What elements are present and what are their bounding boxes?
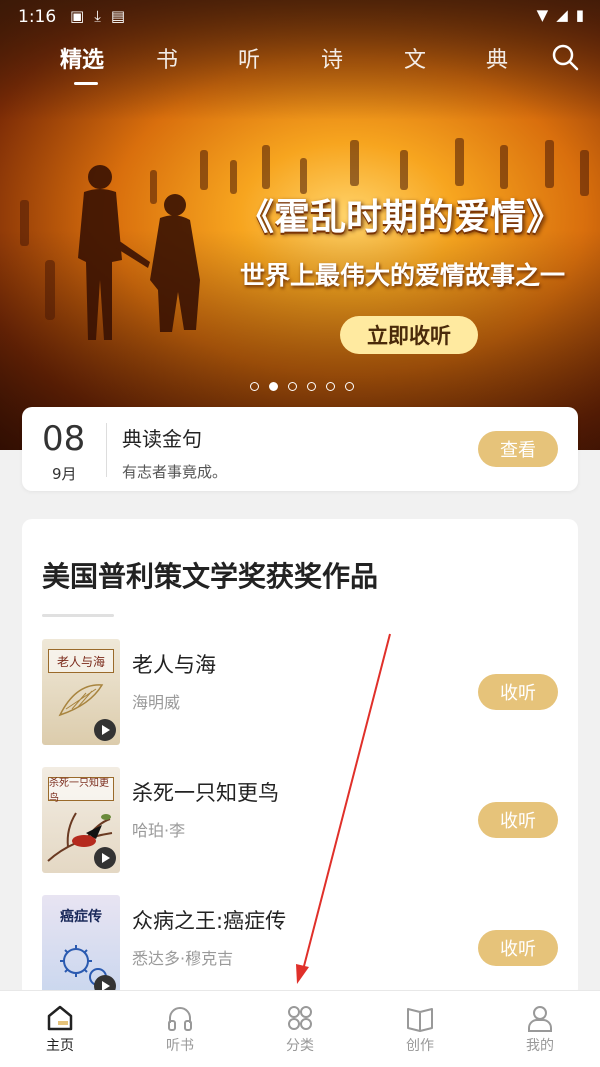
open-book-icon <box>407 1008 433 1032</box>
headphones-icon <box>168 1007 192 1031</box>
banner-subtitle: 世界上最伟大的爱情故事之一 <box>240 261 566 290</box>
wifi-icon: ▼ <box>536 6 549 24</box>
search-icon[interactable] <box>550 42 580 72</box>
carousel-dot[interactable] <box>326 382 335 391</box>
listen-now-button[interactable]: 立即收听 <box>340 316 478 354</box>
download-icon: ⤓ <box>94 7 101 25</box>
status-system-icons: ▼ ◢ ▮ <box>537 6 584 24</box>
app-notification-icon: ▤ <box>110 7 126 25</box>
nav-categories[interactable]: 分类 <box>260 999 340 1061</box>
listen-button[interactable]: 收听 <box>478 930 558 966</box>
daily-quote-text: 有志者事竟成。 <box>122 463 228 481</box>
listen-button[interactable]: 收听 <box>478 802 558 838</box>
tab-featured[interactable]: 精选 <box>60 42 104 85</box>
carousel-indicator[interactable] <box>250 382 354 391</box>
book-cover: 杀死一只知更鸟 <box>42 767 120 873</box>
category-grid-icon <box>288 1006 312 1030</box>
nav-audiobooks[interactable]: 听书 <box>140 999 220 1061</box>
tab-poetry[interactable]: 诗 <box>321 42 343 74</box>
nav-home[interactable]: 主页 <box>20 999 100 1061</box>
divider <box>106 423 107 477</box>
listen-button[interactable]: 收听 <box>478 674 558 710</box>
bottom-navigation: 主页 听书 分类 创作 我的 <box>0 990 600 1067</box>
person-icon <box>528 1006 552 1032</box>
book-title: 众病之王:癌症传 <box>132 909 287 933</box>
play-icon[interactable] <box>94 719 116 741</box>
battery-icon: ▮ <box>575 6 584 24</box>
nav-create[interactable]: 创作 <box>380 999 460 1061</box>
nav-label: 分类 <box>286 1038 314 1054</box>
hero-banner[interactable]: 1:16 ▣ ⤓ ▤ ▼ ◢ ▮ 精选 书 听 诗 文 典 《霍乱时期的爱情》 … <box>0 0 600 450</box>
signal-icon: ◢ <box>556 6 568 24</box>
book-author: 海明威 <box>132 693 181 712</box>
top-category-tabs: 精选 书 听 诗 文 典 <box>0 42 600 85</box>
banner-title: 《霍乱时期的爱情》 <box>238 197 563 238</box>
list-item[interactable]: 癌症传 众病之王:癌症传 悉达多·穆克吉 收听 <box>42 895 558 1003</box>
daily-quote-title: 典读金句 <box>122 427 202 451</box>
image-notification-icon: ▣ <box>70 7 85 25</box>
view-button[interactable]: 查看 <box>478 431 558 467</box>
tab-books[interactable]: 书 <box>156 42 178 74</box>
status-notification-icons: ▣ ⤓ ▤ <box>70 7 125 25</box>
home-icon <box>47 1005 73 1031</box>
daily-quote-card[interactable]: 08 9月 典读金句 有志者事竟成。 查看 <box>22 407 578 491</box>
book-title: 杀死一只知更鸟 <box>132 781 279 805</box>
book-author: 哈珀·李 <box>132 821 186 840</box>
list-item[interactable]: 杀死一只知更鸟 杀死一只知更鸟 哈珀·李 收听 <box>42 767 558 875</box>
tab-listen[interactable]: 听 <box>238 42 260 74</box>
date-day: 08 <box>42 419 86 459</box>
status-time: 1:16 <box>18 7 57 27</box>
carousel-dot[interactable] <box>345 382 354 391</box>
carousel-dot[interactable] <box>288 382 297 391</box>
cover-title: 癌症传 <box>60 909 102 925</box>
cover-title: 杀死一只知更鸟 <box>48 777 114 804</box>
fish-illustration <box>58 684 104 717</box>
carousel-dot-active[interactable] <box>269 382 278 391</box>
date-month: 9月 <box>52 465 77 483</box>
book-author: 悉达多·穆克吉 <box>132 949 234 968</box>
list-item[interactable]: 老人与海 老人与海 海明威 收听 <box>42 639 558 747</box>
play-icon[interactable] <box>94 847 116 869</box>
tab-prose[interactable]: 文 <box>404 42 426 74</box>
book-cover: 癌症传 <box>42 895 120 1001</box>
nav-label: 主页 <box>46 1038 74 1054</box>
status-bar: 1:16 ▣ ⤓ ▤ ▼ ◢ ▮ <box>0 0 600 34</box>
carousel-dot[interactable] <box>250 382 259 391</box>
nav-label: 我的 <box>526 1038 554 1054</box>
nav-label: 听书 <box>166 1038 194 1054</box>
book-cover: 老人与海 <box>42 639 120 745</box>
section-underline <box>42 614 114 617</box>
book-collection-card: 美国普利策文学奖获奖作品 老人与海 老人与海 海明威 收听 杀死一只知更鸟 杀死… <box>22 519 578 1001</box>
nav-label: 创作 <box>406 1038 434 1054</box>
nav-profile[interactable]: 我的 <box>500 999 580 1061</box>
book-title: 老人与海 <box>132 653 216 677</box>
cover-title: 老人与海 <box>48 649 114 673</box>
carousel-dot[interactable] <box>307 382 316 391</box>
tab-classics[interactable]: 典 <box>486 42 508 74</box>
section-title: 美国普利策文学奖获奖作品 <box>42 560 379 593</box>
